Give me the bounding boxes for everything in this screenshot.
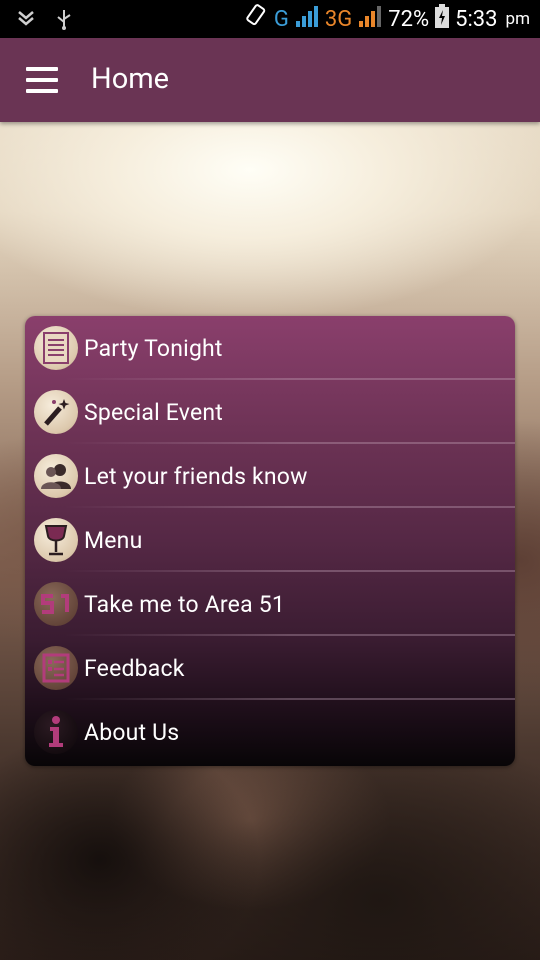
hamburger-menu-icon[interactable] <box>26 67 58 93</box>
menu-item-label: Let your friends know <box>84 462 308 490</box>
main-menu: Party Tonight Special Event Let your fri… <box>25 316 515 766</box>
menu-item-label: Feedback <box>84 654 185 682</box>
info-icon <box>34 710 78 754</box>
menu-item-menu[interactable]: Menu <box>25 508 515 572</box>
menu-item-feedback[interactable]: Feedback <box>25 636 515 700</box>
notification-download-icon <box>16 8 36 34</box>
area51-logo-icon <box>34 582 78 626</box>
menu-item-label: Menu <box>84 526 143 554</box>
usb-icon <box>54 8 74 34</box>
clock-ampm: pm <box>505 9 530 29</box>
app-bar: Home <box>0 38 540 122</box>
rotate-icon <box>244 4 268 34</box>
menu-item-about-us[interactable]: About Us <box>25 700 515 764</box>
network-g-label: G <box>273 6 289 32</box>
battery-charging-icon <box>435 4 450 34</box>
people-icon <box>34 454 78 498</box>
status-bar: G 3G 72% 5:33 pm <box>0 0 540 38</box>
battery-percent: 72% <box>388 6 430 32</box>
page-title: Home <box>91 62 170 96</box>
feedback-form-icon <box>34 646 78 690</box>
menu-item-party-tonight[interactable]: Party Tonight <box>25 316 515 380</box>
document-list-icon <box>34 326 78 370</box>
wine-glass-icon <box>34 518 78 562</box>
menu-item-let-your-friends-know[interactable]: Let your friends know <box>25 444 515 508</box>
menu-item-special-event[interactable]: Special Event <box>25 380 515 444</box>
menu-item-label: Take me to Area 51 <box>84 590 285 618</box>
menu-item-label: Party Tonight <box>84 334 223 362</box>
menu-item-label: About Us <box>84 718 180 746</box>
clock-time: 5:33 <box>455 6 498 32</box>
signal-blue-icon <box>295 5 319 33</box>
menu-item-label: Special Event <box>84 398 224 426</box>
network-3g-label: 3G <box>324 6 353 32</box>
magic-wand-icon <box>34 390 78 434</box>
menu-item-take-me-to-area-51[interactable]: Take me to Area 51 <box>25 572 515 636</box>
signal-orange-icon <box>358 5 382 33</box>
